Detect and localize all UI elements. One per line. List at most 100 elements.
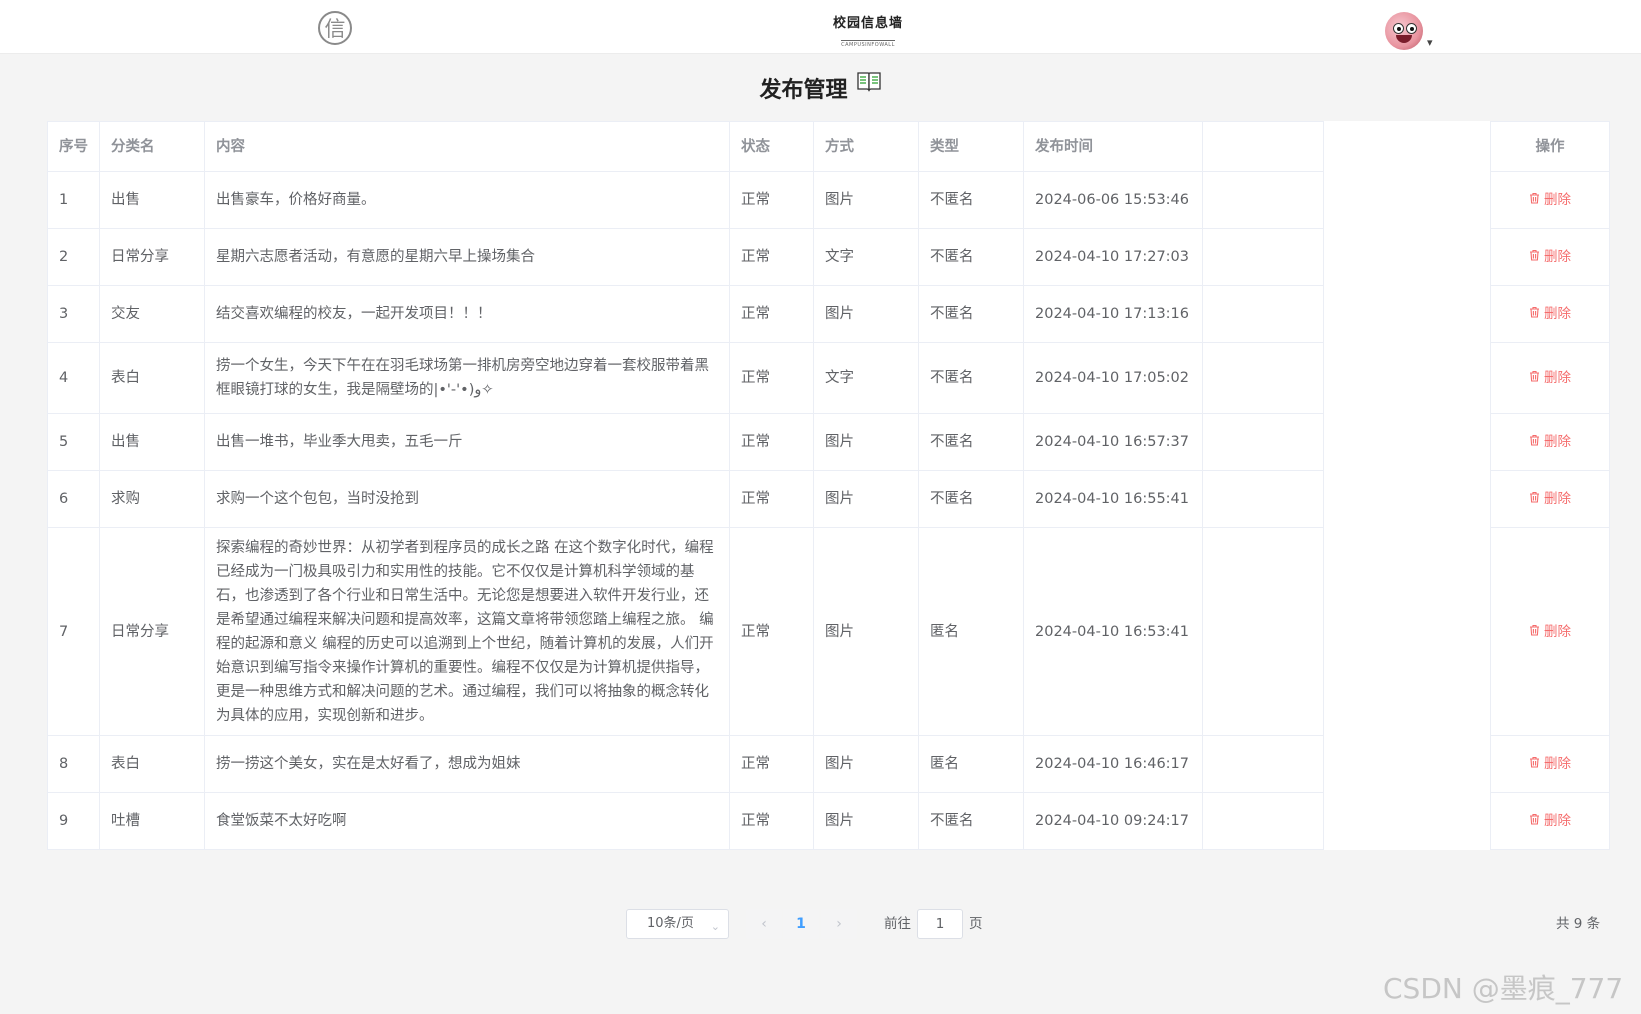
cell-index: 6 (47, 470, 100, 528)
trash-icon (1529, 487, 1540, 511)
cell-gap (1323, 285, 1491, 343)
cell-content: 捞一捞这个美女，实在是太好看了，想成为姐妹 (204, 735, 730, 793)
cell-index: 1 (47, 171, 100, 229)
cell-content: 捞一个女生，今天下午在在羽毛球场第一排机房旁空地边穿着一套校服带着黑框眼镜打球的… (204, 342, 730, 414)
delete-button[interactable]: 删除 (1529, 624, 1571, 640)
cell-content: 出售豪车，价格好商量。 (204, 171, 730, 229)
delete-button[interactable]: 删除 (1529, 756, 1571, 772)
cell-category: 吐槽 (99, 792, 205, 850)
delete-button[interactable]: 删除 (1529, 370, 1571, 386)
goto-page-input[interactable] (917, 909, 963, 939)
next-page-button[interactable]: › (821, 909, 857, 939)
column-header-category[interactable]: 分类名 (99, 121, 205, 172)
total-count: 共 9 条 (1556, 916, 1601, 932)
cell-type: 不匿名 (918, 470, 1024, 528)
watermark: CSDN @墨痕_777 (1383, 972, 1624, 1005)
logo-icon[interactable]: 信 (318, 11, 352, 45)
cell-index: 2 (47, 228, 100, 286)
page-size-select[interactable]: 10条/页 ⌄ (626, 909, 729, 939)
cell-time: 2024-04-10 17:13:16 (1023, 285, 1203, 343)
brand-title: 校园信息墙 (832, 16, 903, 31)
cell-extra (1202, 285, 1324, 343)
trash-icon (1529, 245, 1540, 269)
delete-button[interactable]: 删除 (1529, 306, 1571, 322)
column-header-content[interactable]: 内容 (204, 121, 730, 172)
delete-button[interactable]: 删除 (1529, 192, 1571, 208)
chevron-down-icon[interactable]: ▾ (1427, 36, 1433, 49)
prev-page-button[interactable]: ‹ (746, 909, 782, 939)
cell-content: 探索编程的奇妙世界：从初学者到程序员的成长之路 在这个数字化时代，编程已经成为一… (204, 527, 730, 736)
cell-extra (1202, 792, 1324, 850)
cell-mode: 图片 (813, 470, 919, 528)
trash-icon (1529, 620, 1540, 644)
cell-gap (1323, 792, 1491, 850)
cell-content: 求购一个这个包包，当时没抢到 (204, 470, 730, 528)
cell-index: 3 (47, 285, 100, 343)
cell-extra (1202, 735, 1324, 793)
trash-icon (1529, 366, 1540, 390)
cell-extra (1202, 171, 1324, 229)
cell-actions: 删除 (1490, 228, 1610, 286)
column-header-index[interactable]: 序号 (47, 121, 100, 172)
cell-time: 2024-04-10 16:53:41 (1023, 527, 1203, 736)
cell-type: 不匿名 (918, 285, 1024, 343)
brand-logo[interactable]: 校园信息墙 CAMPUSINFOWALL (828, 12, 908, 50)
cell-actions: 删除 (1490, 413, 1610, 471)
cell-gap (1323, 527, 1491, 736)
page-title-text: 发布管理 (759, 78, 848, 103)
cell-time: 2024-04-10 16:57:37 (1023, 413, 1203, 471)
cell-type: 不匿名 (918, 171, 1024, 229)
cell-index: 9 (47, 792, 100, 850)
cell-time: 2024-04-10 16:55:41 (1023, 470, 1203, 528)
cell-type: 不匿名 (918, 413, 1024, 471)
cell-mode: 图片 (813, 285, 919, 343)
cell-gap (1323, 171, 1491, 229)
cell-gap (1323, 413, 1491, 471)
trash-icon (1529, 302, 1540, 326)
table-row: 7 日常分享 探索编程的奇妙世界：从初学者到程序员的成长之路 在这个数字化时代，编程… (47, 527, 1610, 736)
brand-subtitle: CAMPUSINFOWALL (841, 40, 895, 48)
delete-label: 删除 (1544, 192, 1571, 208)
cell-actions: 删除 (1490, 342, 1610, 414)
cell-time: 2024-04-10 09:24:17 (1023, 792, 1203, 850)
delete-button[interactable]: 删除 (1529, 491, 1571, 507)
cell-actions: 删除 (1490, 171, 1610, 229)
cell-mode: 图片 (813, 171, 919, 229)
cell-time: 2024-04-10 16:46:17 (1023, 735, 1203, 793)
chevron-down-icon: ⌄ (710, 920, 720, 933)
trash-icon (1529, 188, 1540, 212)
delete-button[interactable]: 删除 (1529, 249, 1571, 265)
cell-category: 交友 (99, 285, 205, 343)
pig-avatar-icon[interactable] (1385, 12, 1423, 50)
column-header-time[interactable]: 发布时间 (1023, 121, 1203, 172)
cell-category: 出售 (99, 171, 205, 229)
cell-time: 2024-04-10 17:05:02 (1023, 342, 1203, 414)
cell-category: 求购 (99, 470, 205, 528)
column-header-mode[interactable]: 方式 (813, 121, 919, 172)
cell-index: 8 (47, 735, 100, 793)
table-row: 6 求购 求购一个这个包包，当时没抢到 正常 图片 不匿名 2024-04-10 16:55… (47, 470, 1610, 528)
delete-button[interactable]: 删除 (1529, 434, 1571, 450)
cell-status: 正常 (729, 792, 814, 850)
cell-gap (1323, 470, 1491, 528)
cell-content: 出售一堆书，毕业季大甩卖，五毛一斤 (204, 413, 730, 471)
delete-label: 删除 (1544, 249, 1571, 265)
cell-actions: 删除 (1490, 470, 1610, 528)
publish-table: 序号 分类名 内容 状态 方式 类型 发布时间 操作 1 出售 出售豪车，价格好商量… (47, 121, 1610, 850)
column-header-type[interactable]: 类型 (918, 121, 1024, 172)
delete-label: 删除 (1544, 756, 1571, 772)
delete-label: 删除 (1544, 306, 1571, 322)
cell-status: 正常 (729, 735, 814, 793)
cell-category: 日常分享 (99, 527, 205, 736)
delete-button[interactable]: 删除 (1529, 813, 1571, 829)
cell-index: 7 (47, 527, 100, 736)
cell-gap (1323, 342, 1491, 414)
cell-gap (1323, 735, 1491, 793)
cell-content: 结交喜欢编程的校友，一起开发项目！！！ (204, 285, 730, 343)
cell-status: 正常 (729, 413, 814, 471)
cell-type: 不匿名 (918, 228, 1024, 286)
cell-category: 出售 (99, 413, 205, 471)
column-header-status[interactable]: 状态 (729, 121, 814, 172)
page-number-1[interactable]: 1 (783, 909, 819, 939)
cell-mode: 文字 (813, 228, 919, 286)
